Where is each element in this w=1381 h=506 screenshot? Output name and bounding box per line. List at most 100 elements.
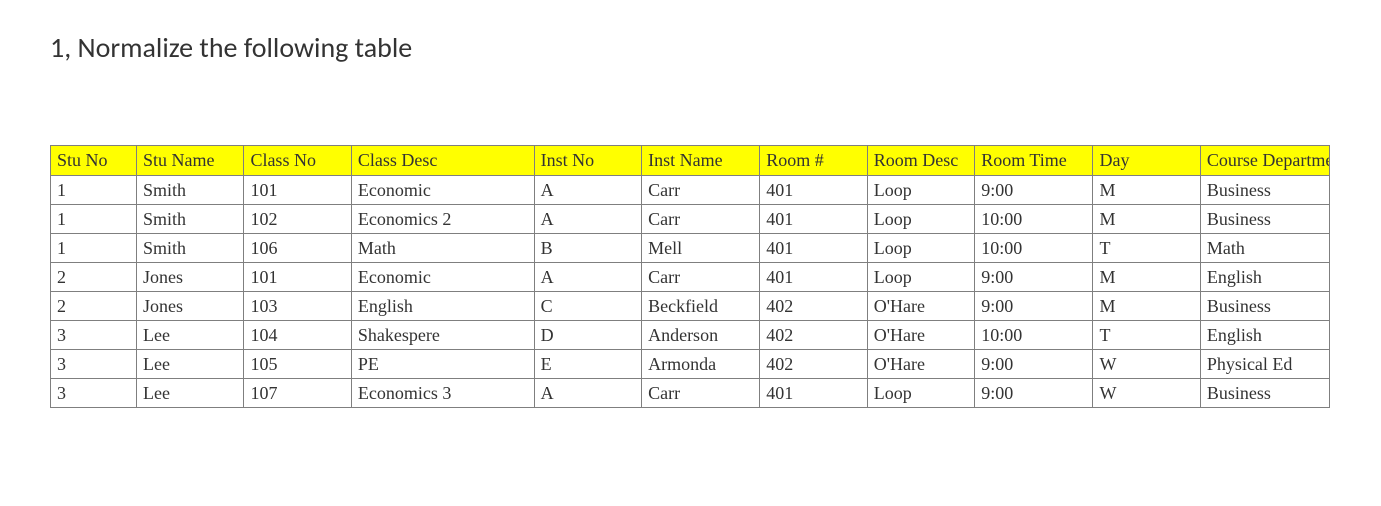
cell-stu_no: 1 [51, 234, 137, 263]
cell-course_dept: Math [1200, 234, 1329, 263]
cell-inst_name: Beckfield [642, 292, 760, 321]
cell-class_no: 104 [244, 321, 351, 350]
cell-class_desc: Math [351, 234, 534, 263]
cell-class_desc: Economic [351, 263, 534, 292]
cell-day: T [1093, 321, 1200, 350]
cell-stu_name: Jones [136, 263, 243, 292]
table-body: 1Smith101EconomicACarr401Loop9:00MBusine… [51, 176, 1330, 408]
cell-room_desc: O'Hare [867, 292, 974, 321]
cell-stu_name: Smith [136, 234, 243, 263]
cell-room_desc: O'Hare [867, 350, 974, 379]
table-row: 3Lee107Economics 3ACarr401Loop9:00WBusin… [51, 379, 1330, 408]
cell-day: W [1093, 379, 1200, 408]
col-header-room-time: Room Time [975, 146, 1093, 176]
table-row: 1Smith106MathBMell401Loop10:00TMath [51, 234, 1330, 263]
cell-course_dept: Business [1200, 379, 1329, 408]
cell-class_no: 106 [244, 234, 351, 263]
cell-course_dept: Business [1200, 176, 1329, 205]
cell-day: M [1093, 263, 1200, 292]
col-header-room-desc: Room Desc [867, 146, 974, 176]
page-title: 1, Normalize the following table [50, 30, 1331, 65]
col-header-day: Day [1093, 146, 1200, 176]
cell-inst_name: Carr [642, 379, 760, 408]
cell-room_num: 401 [760, 379, 867, 408]
table-row: 1Smith102Economics 2ACarr401Loop10:00MBu… [51, 205, 1330, 234]
cell-inst_no: A [534, 205, 641, 234]
cell-room_desc: Loop [867, 205, 974, 234]
col-header-room-num: Room # [760, 146, 867, 176]
cell-room_desc: O'Hare [867, 321, 974, 350]
cell-room_num: 401 [760, 176, 867, 205]
cell-room_desc: Loop [867, 263, 974, 292]
cell-room_time: 10:00 [975, 321, 1093, 350]
cell-stu_no: 3 [51, 321, 137, 350]
cell-room_time: 10:00 [975, 205, 1093, 234]
cell-course_dept: English [1200, 321, 1329, 350]
cell-course_dept: Business [1200, 292, 1329, 321]
cell-room_num: 401 [760, 205, 867, 234]
cell-day: M [1093, 205, 1200, 234]
cell-room_desc: Loop [867, 379, 974, 408]
cell-day: W [1093, 350, 1200, 379]
table-row: 3Lee104ShakespereDAnderson402O'Hare10:00… [51, 321, 1330, 350]
cell-class_no: 101 [244, 176, 351, 205]
cell-class_desc: Economics 3 [351, 379, 534, 408]
cell-room_time: 9:00 [975, 263, 1093, 292]
cell-room_time: 9:00 [975, 350, 1093, 379]
cell-stu_name: Lee [136, 379, 243, 408]
cell-room_num: 401 [760, 263, 867, 292]
cell-inst_no: B [534, 234, 641, 263]
cell-room_time: 9:00 [975, 379, 1093, 408]
cell-inst_no: C [534, 292, 641, 321]
cell-stu_name: Lee [136, 350, 243, 379]
cell-class_desc: PE [351, 350, 534, 379]
cell-stu_no: 2 [51, 263, 137, 292]
cell-room_time: 10:00 [975, 234, 1093, 263]
cell-room_time: 9:00 [975, 292, 1093, 321]
cell-stu_no: 3 [51, 379, 137, 408]
cell-class_no: 107 [244, 379, 351, 408]
col-header-class-no: Class No [244, 146, 351, 176]
cell-course_dept: English [1200, 263, 1329, 292]
cell-day: M [1093, 292, 1200, 321]
table-row: 1Smith101EconomicACarr401Loop9:00MBusine… [51, 176, 1330, 205]
cell-inst_no: E [534, 350, 641, 379]
cell-room_num: 401 [760, 234, 867, 263]
col-header-inst-no: Inst No [534, 146, 641, 176]
col-header-inst-name: Inst Name [642, 146, 760, 176]
normalization-table: Stu No Stu Name Class No Class Desc Inst… [50, 145, 1330, 408]
cell-class_no: 105 [244, 350, 351, 379]
cell-class_desc: Economic [351, 176, 534, 205]
col-header-stu-name: Stu Name [136, 146, 243, 176]
cell-room_num: 402 [760, 292, 867, 321]
cell-room_desc: Loop [867, 234, 974, 263]
cell-stu_name: Jones [136, 292, 243, 321]
table-row: 3Lee105PEEArmonda402O'Hare9:00WPhysical … [51, 350, 1330, 379]
cell-room_num: 402 [760, 350, 867, 379]
col-header-course-dept: Course Department [1200, 146, 1329, 176]
cell-course_dept: Physical Ed [1200, 350, 1329, 379]
table-header-row: Stu No Stu Name Class No Class Desc Inst… [51, 146, 1330, 176]
cell-inst_name: Armonda [642, 350, 760, 379]
cell-inst_name: Mell [642, 234, 760, 263]
cell-class_no: 102 [244, 205, 351, 234]
cell-inst_name: Carr [642, 176, 760, 205]
cell-stu_no: 2 [51, 292, 137, 321]
cell-class_desc: Shakespere [351, 321, 534, 350]
cell-stu_no: 3 [51, 350, 137, 379]
cell-class_desc: Economics 2 [351, 205, 534, 234]
cell-room_desc: Loop [867, 176, 974, 205]
cell-stu_name: Smith [136, 205, 243, 234]
cell-inst_name: Carr [642, 205, 760, 234]
cell-inst_no: A [534, 176, 641, 205]
cell-class_no: 103 [244, 292, 351, 321]
cell-stu_name: Smith [136, 176, 243, 205]
cell-inst_no: A [534, 379, 641, 408]
cell-inst_name: Anderson [642, 321, 760, 350]
table-row: 2Jones101EconomicACarr401Loop9:00MEnglis… [51, 263, 1330, 292]
table-row: 2Jones103EnglishCBeckfield402O'Hare9:00M… [51, 292, 1330, 321]
cell-stu_no: 1 [51, 205, 137, 234]
cell-class_desc: English [351, 292, 534, 321]
cell-course_dept: Business [1200, 205, 1329, 234]
cell-class_no: 101 [244, 263, 351, 292]
